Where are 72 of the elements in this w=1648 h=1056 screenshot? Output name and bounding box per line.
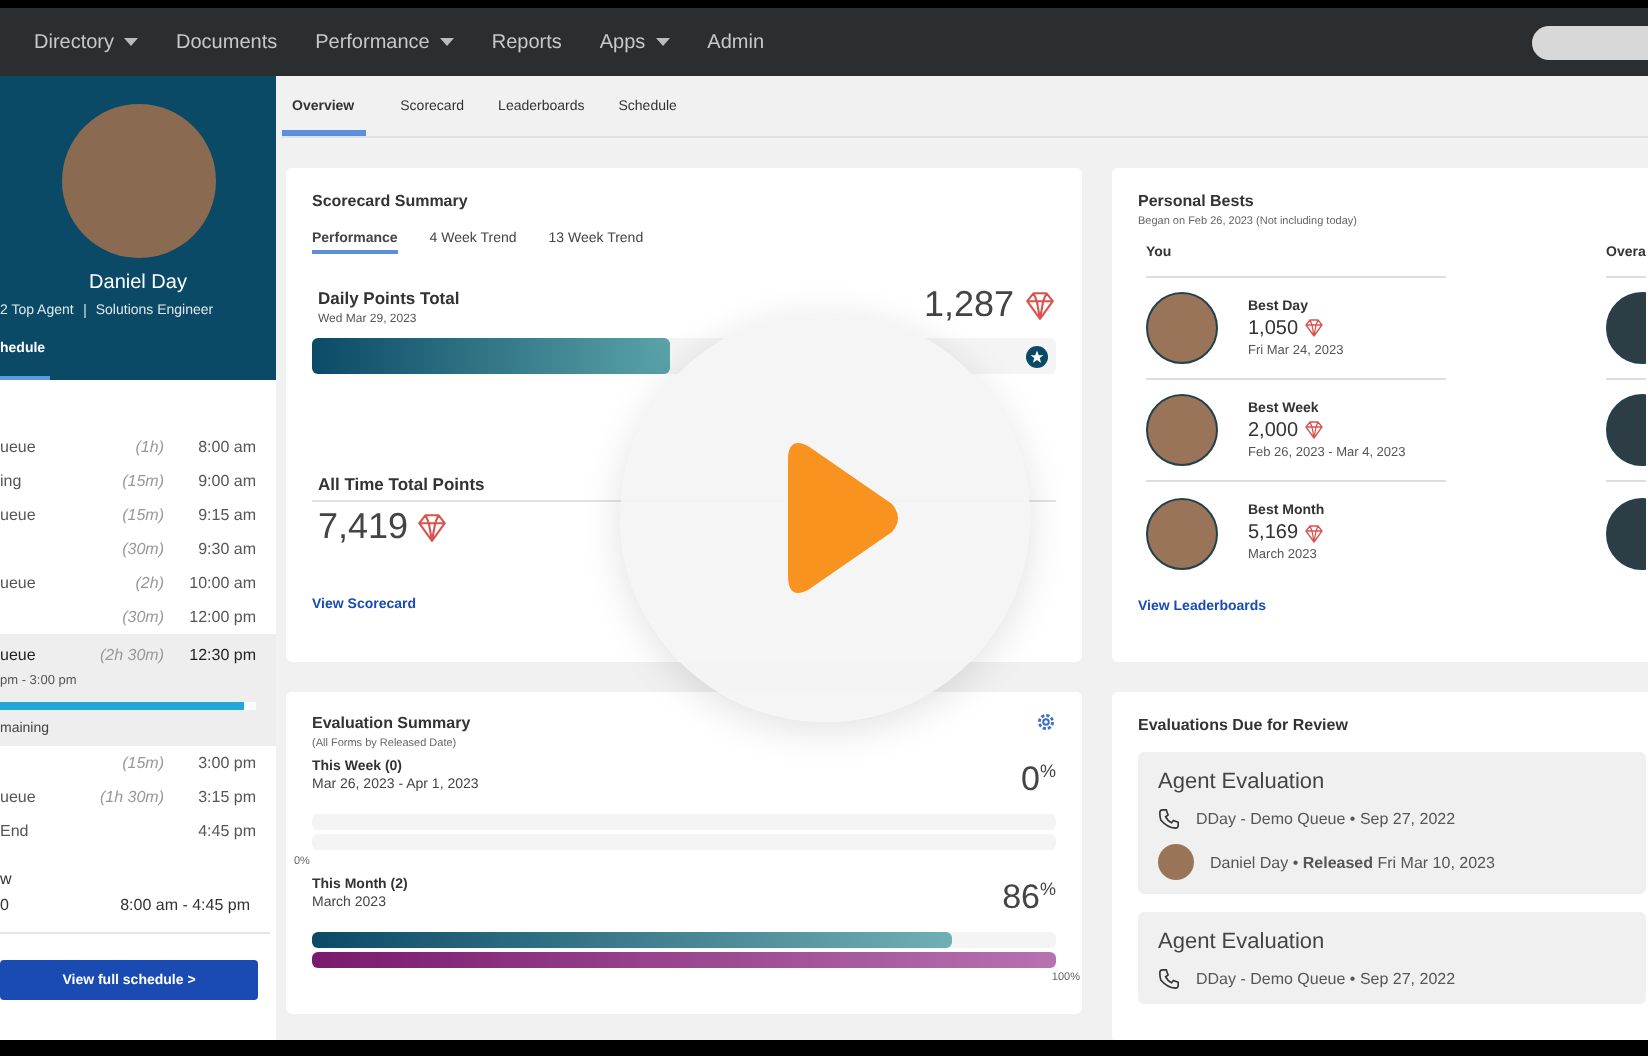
evaluation-title: Agent Evaluation <box>1158 930 1327 954</box>
schedule-time: 9:00 am <box>196 472 256 490</box>
schedule-time: 12:30 pm <box>187 646 256 664</box>
search-field[interactable] <box>1532 25 1648 59</box>
nav-menu-item[interactable]: Admin <box>707 31 765 53</box>
caret-icon <box>124 38 139 46</box>
schedule-activity: ueue <box>0 646 38 664</box>
diamond-icon <box>1304 523 1325 543</box>
best-value: 1,050 <box>1248 317 1299 339</box>
all-time-points-value: 7,419 <box>318 506 409 548</box>
avatar-photo-placeholder <box>1146 292 1218 364</box>
summary-range: 8:00 am - 4:45 pm <box>120 896 250 914</box>
card-title: Scorecard Summary <box>312 192 470 210</box>
schedule-duration: (2h) <box>133 574 164 592</box>
summary-label: w <box>0 870 12 888</box>
schedule-duration: (30m) <box>120 608 164 626</box>
evaluation-title: Agent Evaluation <box>1158 770 1327 794</box>
card-title: Evaluations Due for Review <box>1138 716 1350 734</box>
diamond-icon <box>416 511 449 543</box>
nav-menu-item[interactable]: Reports <box>491 31 562 53</box>
schedule-activity: End <box>0 822 31 840</box>
nav-menu-item[interactable]: Apps <box>599 31 670 53</box>
percent-value: 86$^{%}$ <box>1002 878 1056 918</box>
schedule-time: 10:00 am <box>187 574 256 592</box>
phone-icon <box>1158 808 1180 830</box>
avatar-photo-placeholder <box>1146 497 1218 569</box>
schedule-time: 3:15 pm <box>196 788 256 806</box>
schedule-activity: ing <box>0 472 24 490</box>
nav-menu-item[interactable]: Performance <box>315 31 454 53</box>
schedule-duration: (30m) <box>120 540 164 558</box>
nav-menu-item[interactable]: Documents <box>176 31 278 53</box>
evaluation-item[interactable]: Agent Evaluation DDay - Demo Queue • Sep 27, 2022 Daniel Day • Released Fri Mar 10, 2023 <box>1138 752 1646 894</box>
schedule-time: 3:00 pm <box>196 754 256 772</box>
schedule-duration: (15m) <box>120 472 164 490</box>
daily-points-value: 1,287 <box>923 284 1014 326</box>
schedule-time: 4:45 pm <box>196 822 256 840</box>
schedule-duration: (15m) <box>120 506 164 524</box>
diamond-icon <box>1304 420 1325 440</box>
diamond-icon <box>1024 289 1056 321</box>
schedule-duration: (15m) <box>120 754 164 772</box>
schedule-activity: ueue <box>0 438 38 456</box>
diamond-icon <box>1304 318 1325 338</box>
schedule-activity: ueue <box>0 788 38 806</box>
caret-icon <box>439 38 454 46</box>
phone-icon <box>1158 968 1180 990</box>
settings-icon[interactable] <box>1036 712 1056 732</box>
schedule-duration: (1h) <box>133 438 164 456</box>
best-value: 2,000 <box>1248 419 1299 441</box>
schedule-time: 12:00 pm <box>187 608 256 626</box>
schedule-time: 8:00 am <box>196 438 256 456</box>
schedule-duration: (2h 30m) <box>97 646 164 664</box>
evaluation-item[interactable]: Agent Evaluation DDay - Demo Queue • Sep 27, 2022 <box>1138 912 1646 1004</box>
nav-menu-item[interactable]: Directory <box>34 31 139 53</box>
schedule-time: 9:30 am <box>196 540 256 558</box>
profile-name: Daniel Day <box>89 272 187 294</box>
percent-value: 0$^{%}$ <box>1021 760 1056 800</box>
card-title: Personal Bests <box>1138 192 1256 210</box>
schedule-activity: ueue <box>0 506 38 524</box>
evaluation-reviewer-info: Daniel Day • Released Fri Mar 10, 2023 <box>1210 853 1495 871</box>
evaluation-call-info: DDay - Demo Queue • Sep 27, 2022 <box>1196 970 1456 988</box>
caret-icon <box>655 38 670 46</box>
summary-value: 0 <box>0 896 9 914</box>
avatar-photo-placeholder <box>1146 394 1218 466</box>
avatar-photo-placeholder <box>1158 844 1194 880</box>
star-icon <box>1026 345 1048 367</box>
evaluation-call-info: DDay - Demo Queue • Sep 27, 2022 <box>1196 810 1456 828</box>
schedule-time: 9:15 am <box>196 506 256 524</box>
best-value: 5,169 <box>1248 522 1299 544</box>
schedule-activity: ueue <box>0 574 38 592</box>
daily-points-label: Daily Points Total <box>318 288 460 308</box>
card-title: Evaluation Summary <box>312 713 471 731</box>
schedule-duration: (1h 30m) <box>97 788 164 806</box>
